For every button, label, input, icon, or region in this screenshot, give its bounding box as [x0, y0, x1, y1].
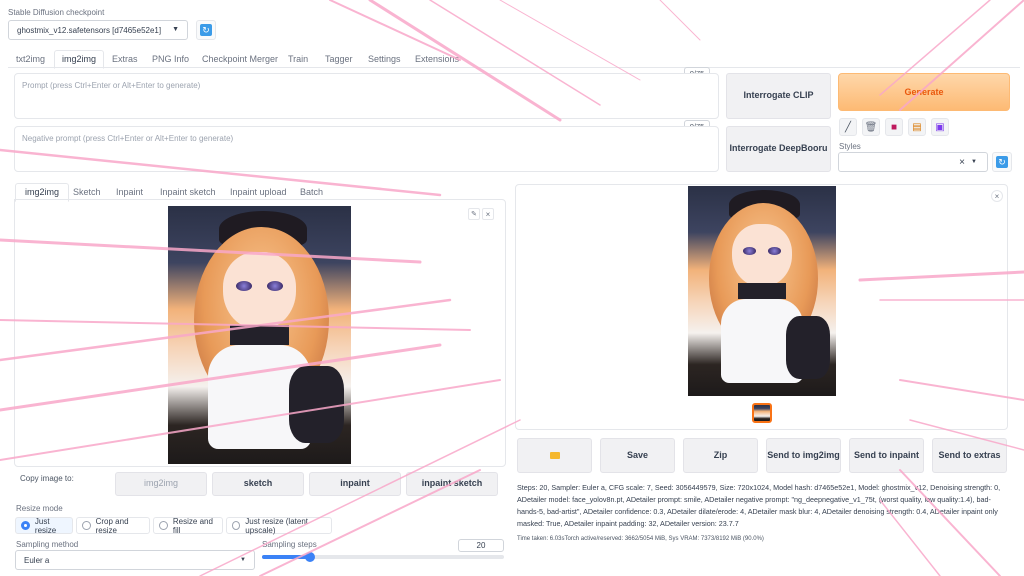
copy-to-sketch-button[interactable]: sketch — [212, 472, 304, 496]
prompt-input[interactable]: Prompt (press Ctrl+Enter or Alt+Enter to… — [14, 73, 719, 119]
refresh-icon: ↻ — [996, 156, 1008, 168]
resize-option-label: Crop and resize — [95, 516, 129, 535]
sampling-steps-input[interactable]: 20 — [458, 539, 504, 552]
copy-to-inpaint-button[interactable]: inpaint — [309, 472, 401, 496]
tab-train[interactable]: Train — [288, 54, 308, 64]
output-image[interactable] — [688, 186, 836, 396]
slider-fill — [262, 555, 311, 559]
copy-image-label: Copy image to: — [20, 474, 74, 483]
checkpoint-refresh-button[interactable]: ↻ — [196, 20, 216, 40]
output-thumbnail[interactable] — [752, 403, 772, 423]
input-tab-batch[interactable]: Batch — [300, 187, 323, 197]
sampling-steps-slider[interactable] — [262, 552, 504, 562]
book-icon[interactable]: ■ — [885, 118, 903, 136]
resize-mode-label: Resize mode — [16, 504, 63, 513]
styles-clear-icon[interactable]: × — [959, 157, 965, 168]
generate-button[interactable]: Generate — [838, 73, 1010, 111]
edit-icon[interactable]: ✎ — [468, 208, 480, 220]
send-to-extras-button[interactable]: Send to extras — [932, 438, 1007, 473]
tab-extensions[interactable]: Extensions — [415, 54, 459, 64]
input-image[interactable] — [168, 206, 351, 464]
pencil-icon[interactable]: ╱ — [839, 118, 857, 136]
tab-txt2img[interactable]: txt2img — [16, 54, 45, 64]
copy-to-inpaint-sketch-button[interactable]: inpaint sketch — [406, 472, 498, 496]
tab-png-info[interactable]: PNG Info — [152, 54, 189, 64]
input-tab-inpaint-upload[interactable]: Inpaint upload — [230, 187, 287, 197]
save-button[interactable]: Save — [600, 438, 675, 473]
save-icon[interactable]: ▣ — [931, 118, 949, 136]
sampling-method-select[interactable]: Euler a ▼ — [15, 550, 255, 570]
interrogate-deepbooru-button[interactable]: Interrogate DeepBooru — [726, 126, 831, 172]
close-icon[interactable]: × — [991, 190, 1003, 202]
resize-option-just-resize[interactable]: Just resize — [15, 516, 73, 535]
resize-option-crop-and-resize[interactable]: Crop and resize — [76, 516, 150, 535]
chevron-down-icon: ▼ — [971, 159, 977, 165]
tab-divider — [8, 67, 1020, 68]
send-to-img2img-button[interactable]: Send to img2img — [766, 438, 841, 473]
input-tab-sketch[interactable]: Sketch — [73, 187, 101, 197]
chevron-down-icon: ▼ — [172, 26, 179, 33]
sampling-method-value: Euler a — [24, 555, 50, 565]
refresh-icon: ↻ — [200, 24, 212, 36]
tab-tagger[interactable]: Tagger — [325, 54, 353, 64]
resize-option-label: Just resize — [34, 516, 57, 535]
checkpoint-label: Stable Diffusion checkpoint — [8, 8, 105, 17]
send-to-inpaint-button[interactable]: Send to inpaint — [849, 438, 924, 473]
close-icon[interactable]: × — [482, 208, 494, 220]
styles-label: Styles — [839, 142, 861, 151]
tab-settings[interactable]: Settings — [368, 54, 401, 64]
resize-option-label: Resize and fill — [172, 516, 213, 535]
zip-button[interactable]: Zip — [683, 438, 758, 473]
clipboard-icon[interactable]: ▤ — [908, 118, 926, 136]
generation-info-text: Steps: 20, Sampler: Euler a, CFG scale: … — [517, 483, 1001, 528]
resize-option-latent-upscale[interactable]: Just resize (latent upscale) — [226, 516, 332, 535]
resize-option-resize-and-fill[interactable]: Resize and fill — [153, 516, 223, 535]
input-tab-inpaint-sketch[interactable]: Inpaint sketch — [160, 187, 216, 197]
sampling-method-label: Sampling method — [16, 540, 79, 549]
input-tab-inpaint[interactable]: Inpaint — [116, 187, 143, 197]
resize-option-label: Just resize (latent upscale) — [245, 516, 308, 535]
copy-to-img2img-button[interactable]: img2img — [115, 472, 207, 496]
tab-checkpoint-merger[interactable]: Checkpoint Merger — [202, 54, 278, 64]
checkpoint-value: ghostmix_v12.safetensors [d7465e52e1] — [17, 25, 162, 35]
radio-icon — [159, 521, 168, 530]
interrogate-clip-button[interactable]: Interrogate CLIP — [726, 73, 831, 119]
styles-refresh-button[interactable]: ↻ — [992, 152, 1012, 172]
chevron-down-icon: ▼ — [240, 557, 246, 563]
folder-icon — [549, 452, 560, 459]
open-folder-button[interactable] — [517, 438, 592, 473]
slider-thumb[interactable] — [305, 552, 316, 562]
sampling-steps-label: Sampling steps — [262, 540, 317, 549]
trash-icon[interactable]: 🗑 — [862, 118, 880, 136]
negative-prompt-placeholder: Negative prompt (press Ctrl+Enter or Alt… — [22, 134, 234, 143]
radio-icon — [232, 521, 241, 530]
radio-icon — [82, 521, 91, 530]
tab-extras[interactable]: Extras — [112, 54, 138, 64]
styles-select[interactable]: × ▼ — [838, 152, 988, 172]
checkpoint-select[interactable]: ghostmix_v12.safetensors [d7465e52e1] ▼ — [8, 20, 188, 40]
prompt-placeholder: Prompt (press Ctrl+Enter or Alt+Enter to… — [22, 81, 201, 90]
radio-selected-icon — [21, 521, 30, 530]
negative-prompt-input[interactable]: Negative prompt (press Ctrl+Enter or Alt… — [14, 126, 719, 172]
time-taken-text: Time taken: 6.03sTorch active/reserved: … — [517, 536, 764, 542]
